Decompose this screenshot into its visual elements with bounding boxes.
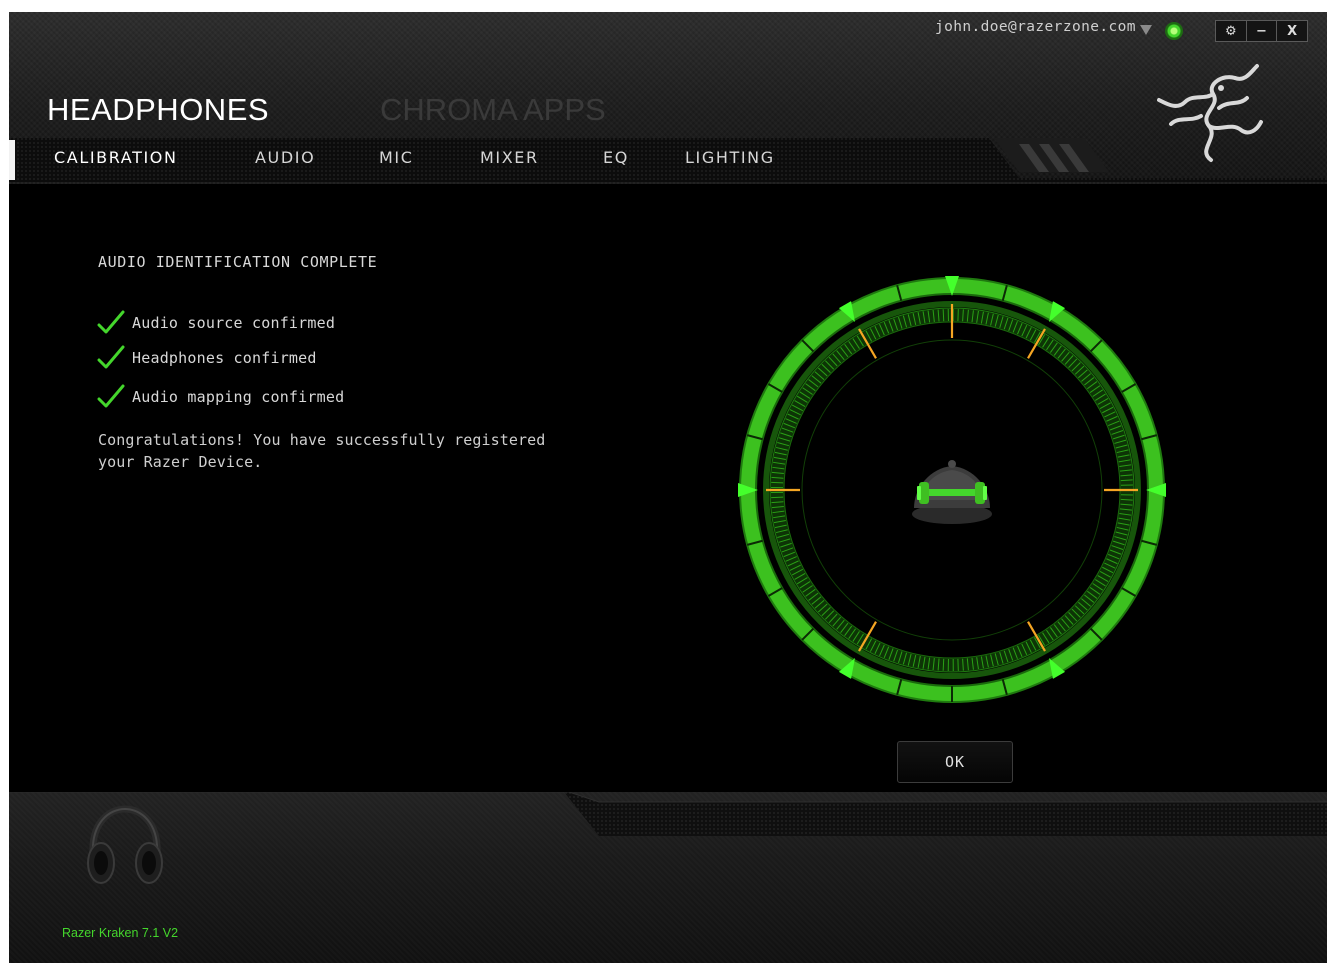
footer-band [9,792,1327,836]
calibration-ring [738,276,1166,703]
checkmark-icon [97,345,125,369]
tab-lighting[interactable]: LIGHTING [685,148,775,167]
ok-button[interactable]: OK [897,741,1013,783]
online-status-icon [1165,22,1183,40]
app-window: HEADPHONES CHROMA APPS john.doe@razerzon… [9,12,1327,963]
window-controls: ⚙ − X [1215,20,1308,42]
check-label: Headphones confirmed [132,349,317,367]
chroma-apps-title[interactable]: CHROMA APPS [380,92,606,128]
success-message: Congratulations! You have successfully r… [98,431,546,471]
checkmark-icon [97,310,125,334]
tab-eq[interactable]: EQ [603,148,629,167]
device-name[interactable]: Razer Kraken 7.1 V2 [62,926,178,940]
close-button[interactable]: X [1277,21,1307,41]
tab-mic[interactable]: MIC [379,148,414,167]
chevron-down-icon[interactable] [1140,25,1152,35]
tab-audio[interactable]: AUDIO [255,148,315,167]
tab-mixer[interactable]: MIXER [480,148,539,167]
checkmark-icon [97,384,125,408]
calibration-status-title: AUDIO IDENTIFICATION COMPLETE [98,253,378,271]
settings-button[interactable]: ⚙ [1216,21,1247,41]
minimize-button[interactable]: − [1247,21,1278,41]
tab-calibration[interactable]: CALIBRATION [54,148,178,167]
check-label: Audio mapping confirmed [132,388,345,406]
headset-icon[interactable] [85,805,165,889]
tab-bar [9,138,1327,184]
check-label: Audio source confirmed [132,314,336,332]
account-email[interactable]: john.doe@razerzone.com [935,19,1136,35]
app-title: HEADPHONES [47,92,270,127]
